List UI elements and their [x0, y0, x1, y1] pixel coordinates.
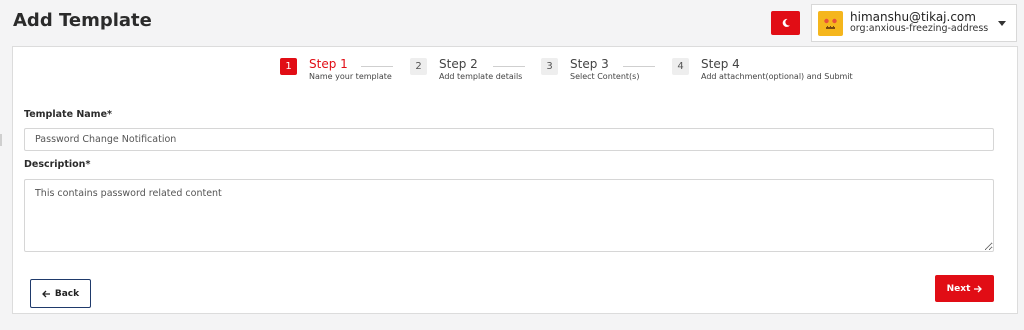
stepper: 1 Step 1 Name your template 2 Step 2 Add… [13, 58, 1017, 88]
step-connector [493, 66, 525, 67]
step-title: Step 3 [570, 57, 609, 71]
step-title: Step 2 [439, 57, 478, 71]
moon-icon [782, 18, 790, 27]
page-title: Add Template [13, 10, 152, 31]
step-title: Step 1 [309, 57, 348, 71]
user-menu[interactable]: himanshu@tikaj.com org:anxious-freezing-… [811, 4, 1017, 42]
description-textarea[interactable]: This contains password related content [24, 179, 994, 252]
back-button-label: Back [54, 288, 80, 299]
step-number: 3 [541, 58, 558, 75]
step-2[interactable]: 2 Step 2 Add template details [410, 58, 522, 82]
next-button-label: Next [946, 283, 971, 294]
step-1[interactable]: 1 Step 1 Name your template [280, 58, 392, 82]
description-label: Description* [24, 159, 91, 170]
step-subtitle: Add attachment(optional) and Submit [701, 72, 853, 81]
step-subtitle: Select Content(s) [570, 72, 640, 81]
robot-avatar-icon [818, 10, 843, 36]
back-button[interactable]: Back [30, 279, 91, 308]
step-3[interactable]: 3 Step 3 Select Content(s) [541, 58, 639, 82]
template-name-input[interactable] [24, 128, 994, 151]
user-email: himanshu@tikaj.com [850, 9, 976, 24]
template-name-label: Template Name* [24, 109, 112, 120]
divider [0, 134, 2, 146]
arrow-left-icon [41, 290, 50, 297]
step-number: 2 [410, 58, 427, 75]
arrow-right-icon [974, 285, 983, 292]
next-button[interactable]: Next [935, 275, 994, 302]
step-number: 1 [280, 58, 297, 75]
step-connector [361, 66, 393, 67]
chevron-down-icon [998, 21, 1006, 26]
step-subtitle: Name your template [309, 72, 392, 81]
theme-toggle-button[interactable] [771, 11, 800, 35]
step-4[interactable]: 4 Step 4 Add attachment(optional) and Su… [672, 58, 853, 82]
template-form-card: 1 Step 1 Name your template 2 Step 2 Add… [12, 46, 1018, 314]
user-org: org:anxious-freezing-address [850, 23, 989, 35]
step-connector [623, 66, 655, 67]
step-subtitle: Add template details [439, 72, 523, 81]
step-number: 4 [672, 58, 689, 75]
step-title: Step 4 [701, 57, 740, 71]
